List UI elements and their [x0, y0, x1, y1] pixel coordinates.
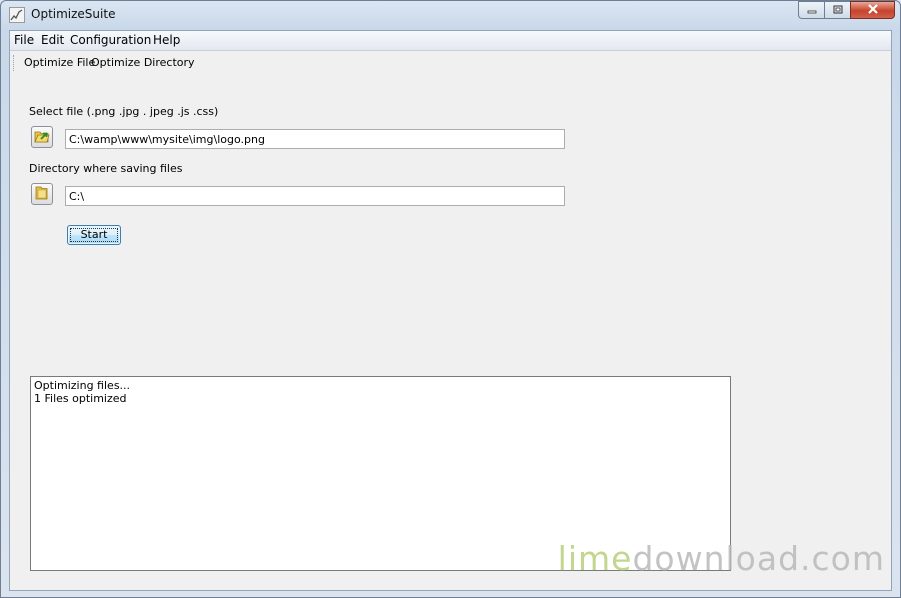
focus-rectangle	[70, 228, 118, 242]
tab-optimize-directory[interactable]: Optimize Directory	[91, 56, 195, 69]
browse-file-button[interactable]	[31, 126, 53, 148]
log-line: 1 Files optimized	[34, 392, 127, 405]
window-title: OptimizeSuite	[31, 7, 116, 21]
menu-configuration[interactable]: Configuration	[70, 33, 151, 47]
start-button[interactable]: Start	[67, 225, 121, 245]
log-line: Optimizing files...	[34, 379, 131, 392]
close-button[interactable]	[850, 1, 895, 19]
minimize-icon	[807, 4, 817, 17]
watermark-part1: lime	[557, 539, 633, 578]
folder-icon	[34, 185, 50, 204]
app-window: OptimizeSuite File Edit Configuration He…	[0, 0, 901, 598]
close-icon	[867, 3, 879, 17]
title-bar[interactable]: OptimizeSuite	[1, 1, 900, 29]
browse-directory-button[interactable]	[31, 183, 53, 205]
directory-path-input[interactable]: C:\	[65, 186, 565, 206]
menu-help[interactable]: Help	[153, 33, 180, 47]
tab-optimize-file[interactable]: Optimize File	[24, 56, 95, 69]
menu-edit[interactable]: Edit	[41, 33, 64, 47]
app-icon	[9, 7, 25, 23]
file-path-input[interactable]: C:\wamp\www\mysite\img\logo.png	[65, 129, 565, 149]
maximize-icon	[833, 4, 843, 17]
watermark: limedownload.com	[558, 539, 885, 578]
select-file-label: Select file (.png .jpg . jpeg .js .css)	[29, 105, 219, 118]
minimize-button[interactable]	[798, 1, 824, 19]
client-area: File Edit Configuration Help Optimize Fi…	[9, 30, 892, 591]
watermark-part2: download.com	[632, 539, 885, 578]
open-file-icon	[34, 128, 50, 147]
menu-file[interactable]: File	[14, 33, 34, 47]
menu-bar: File Edit Configuration Help	[10, 31, 891, 51]
window-controls	[798, 1, 895, 21]
directory-label: Directory where saving files	[29, 162, 183, 175]
maximize-button[interactable]	[824, 1, 850, 19]
toolbar: Optimize File Optimize Directory	[10, 51, 891, 73]
toolbar-grip[interactable]	[13, 55, 16, 71]
